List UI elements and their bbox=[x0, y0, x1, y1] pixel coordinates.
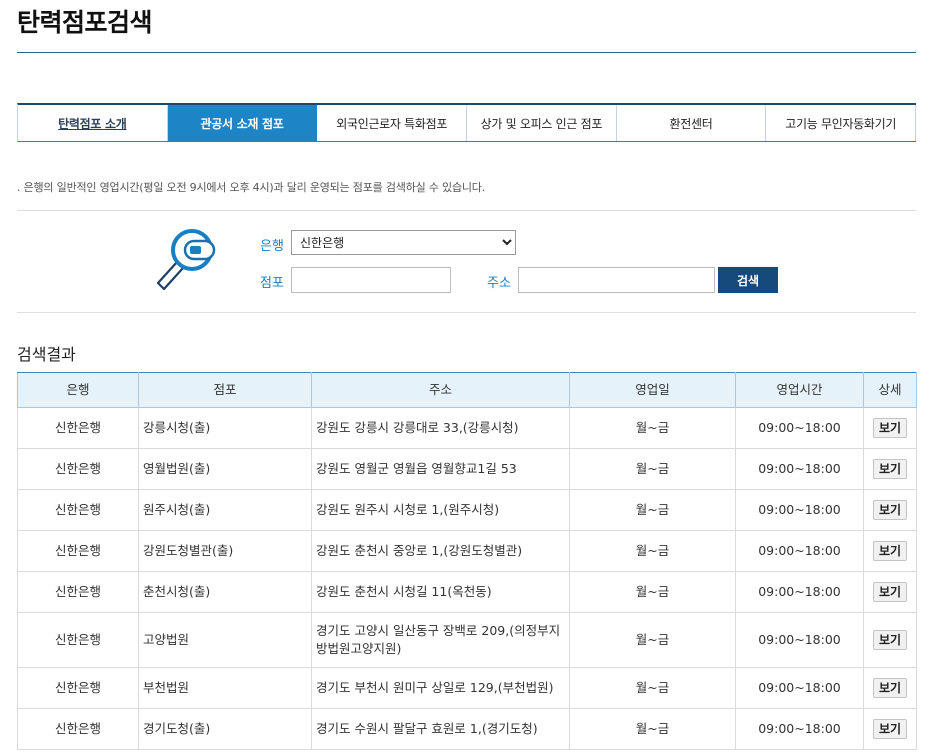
table-row: 신한은행 춘천시청(출) 강원도 춘천시 시청길 11(옥천동) 월~금 09:00~1… bbox=[17, 571, 917, 613]
cell-address: 강원도 춘천시 시청길 11(옥천동) bbox=[311, 571, 570, 613]
cell-days: 월~금 bbox=[569, 708, 736, 750]
cell-hours: 09:00~18:00 bbox=[735, 489, 864, 531]
cell-days: 월~금 bbox=[569, 612, 736, 668]
cell-branch: 부천법원 bbox=[138, 667, 312, 709]
cell-hours: 09:00~18:00 bbox=[735, 708, 864, 750]
cell-address: 경기도 고양시 일산동구 장백로 209,(의정부지방법원고양지원) bbox=[311, 612, 570, 668]
detail-button[interactable]: 보기 bbox=[872, 678, 908, 698]
divider-bottom bbox=[17, 312, 916, 313]
cell-address: 강원도 춘천시 중앙로 1,(강원도청별관) bbox=[311, 530, 570, 572]
detail-button[interactable]: 보기 bbox=[872, 459, 908, 479]
cell-days: 월~금 bbox=[569, 667, 736, 709]
cell-address: 경기도 수원시 팔달구 효원로 1,(경기도청) bbox=[311, 708, 570, 750]
tab-government-office[interactable]: 관공서 소재 점포 bbox=[167, 105, 318, 141]
results-body: 신한은행 강릉시청(출) 강원도 강릉시 강릉대로 33,(강릉시청) 월~금 09:0… bbox=[17, 407, 917, 750]
cell-detail: 보기 bbox=[863, 667, 917, 709]
table-row: 신한은행 영월법원(출) 강원도 영월군 영월읍 영월향교1길 53 월~금 09:00… bbox=[17, 448, 917, 490]
address-input[interactable] bbox=[518, 267, 715, 293]
page-title: 탄력점포검색 bbox=[17, 8, 153, 37]
tab-commercial-office[interactable]: 상가 및 오피스 인근 점포 bbox=[467, 105, 617, 141]
cell-bank: 신한은행 bbox=[17, 571, 139, 613]
cell-branch: 경기도청(출) bbox=[138, 708, 312, 750]
column-header-detail: 상세 bbox=[863, 372, 917, 408]
cell-bank: 신한은행 bbox=[17, 407, 139, 449]
bank-select[interactable]: 신한은행 bbox=[291, 230, 516, 255]
cell-bank: 신한은행 bbox=[17, 667, 139, 709]
detail-button[interactable]: 보기 bbox=[872, 630, 908, 650]
cell-detail: 보기 bbox=[863, 708, 917, 750]
cell-detail: 보기 bbox=[863, 612, 917, 668]
cell-bank: 신한은행 bbox=[17, 448, 139, 490]
cell-detail: 보기 bbox=[863, 407, 917, 449]
cell-hours: 09:00~18:00 bbox=[735, 448, 864, 490]
detail-button[interactable]: 보기 bbox=[872, 500, 908, 520]
column-header-bank: 은행 bbox=[17, 372, 139, 408]
title-rule bbox=[17, 52, 916, 53]
cell-hours: 09:00~18:00 bbox=[735, 530, 864, 572]
column-header-days: 영업일 bbox=[569, 372, 736, 408]
cell-bank: 신한은행 bbox=[17, 489, 139, 531]
address-label: 주소 bbox=[487, 276, 511, 291]
cell-address: 경기도 부천시 원미구 상일로 129,(부천법원) bbox=[311, 667, 570, 709]
cell-detail: 보기 bbox=[863, 530, 917, 572]
cell-bank: 신한은행 bbox=[17, 708, 139, 750]
column-header-hours: 영업시간 bbox=[735, 372, 864, 408]
cell-hours: 09:00~18:00 bbox=[735, 407, 864, 449]
cell-days: 월~금 bbox=[569, 530, 736, 572]
magnifier-icon bbox=[156, 229, 216, 291]
cell-days: 월~금 bbox=[569, 489, 736, 531]
tab-intro[interactable]: 탄력점포 소개 bbox=[18, 105, 168, 141]
cell-branch: 강릉시청(출) bbox=[138, 407, 312, 449]
tab-automated-kiosk[interactable]: 고기능 무인자동화기기 bbox=[766, 105, 917, 141]
cell-bank: 신한은행 bbox=[17, 612, 139, 668]
search-button[interactable]: 검색 bbox=[718, 267, 778, 293]
tab-foreign-worker[interactable]: 외국인근로자 특화점포 bbox=[317, 105, 468, 141]
table-row: 신한은행 강원도청별관(출) 강원도 춘천시 중앙로 1,(강원도청별관) 월~금 09… bbox=[17, 530, 917, 572]
table-row: 신한은행 경기도청(출) 경기도 수원시 팔달구 효원로 1,(경기도청) 월~금 09… bbox=[17, 708, 917, 750]
detail-button[interactable]: 보기 bbox=[872, 541, 908, 561]
cell-address: 강원도 영월군 영월읍 영월향교1길 53 bbox=[311, 448, 570, 490]
tab-bar: 탄력점포 소개 관공서 소재 점포 외국인근로자 특화점포 상가 및 오피스 인… bbox=[17, 103, 917, 142]
cell-days: 월~금 bbox=[569, 571, 736, 613]
cell-address: 강원도 원주시 시청로 1,(원주시청) bbox=[311, 489, 570, 531]
table-row: 신한은행 원주시청(출) 강원도 원주시 시청로 1,(원주시청) 월~금 09:00~… bbox=[17, 489, 917, 531]
cell-branch: 영월법원(출) bbox=[138, 448, 312, 490]
cell-hours: 09:00~18:00 bbox=[735, 612, 864, 668]
table-row: 신한은행 부천법원 경기도 부천시 원미구 상일로 129,(부천법원) 월~금 09:… bbox=[17, 667, 917, 709]
cell-branch: 고양법원 bbox=[138, 612, 312, 668]
detail-button[interactable]: 보기 bbox=[872, 418, 908, 438]
results-table: 은행 점포 주소 영업일 영업시간 상세 신한은행 강릉시청(출) 강원도 강릉시 … bbox=[17, 372, 917, 750]
cell-branch: 원주시청(출) bbox=[138, 489, 312, 531]
branch-label: 점포 bbox=[260, 276, 284, 291]
cell-detail: 보기 bbox=[863, 448, 917, 490]
cell-branch: 강원도청별관(출) bbox=[138, 530, 312, 572]
column-header-address: 주소 bbox=[311, 372, 570, 408]
intro-text: . 은행의 일반적인 영업시간(평일 오전 9시에서 오후 4시)과 달리 운영… bbox=[17, 181, 486, 194]
cell-branch: 춘천시청(출) bbox=[138, 571, 312, 613]
bank-label: 은행 bbox=[260, 239, 284, 254]
cell-hours: 09:00~18:00 bbox=[735, 667, 864, 709]
cell-days: 월~금 bbox=[569, 407, 736, 449]
detail-button[interactable]: 보기 bbox=[872, 719, 908, 739]
table-header-row: 은행 점포 주소 영업일 영업시간 상세 bbox=[17, 372, 917, 408]
cell-days: 월~금 bbox=[569, 448, 736, 490]
table-row: 신한은행 고양법원 경기도 고양시 일산동구 장백로 209,(의정부지방법원고양지… bbox=[17, 612, 917, 668]
cell-address: 강원도 강릉시 강릉대로 33,(강릉시청) bbox=[311, 407, 570, 449]
cell-bank: 신한은행 bbox=[17, 530, 139, 572]
detail-button[interactable]: 보기 bbox=[872, 582, 908, 602]
table-row: 신한은행 강릉시청(출) 강원도 강릉시 강릉대로 33,(강릉시청) 월~금 09:0… bbox=[17, 407, 917, 449]
results-heading: 검색결과 bbox=[17, 345, 76, 364]
branch-input[interactable] bbox=[291, 267, 451, 293]
tab-exchange-center[interactable]: 환전센터 bbox=[617, 105, 767, 141]
cell-hours: 09:00~18:00 bbox=[735, 571, 864, 613]
column-header-branch: 점포 bbox=[138, 372, 312, 408]
cell-detail: 보기 bbox=[863, 571, 917, 613]
cell-detail: 보기 bbox=[863, 489, 917, 531]
divider-top bbox=[17, 210, 916, 211]
